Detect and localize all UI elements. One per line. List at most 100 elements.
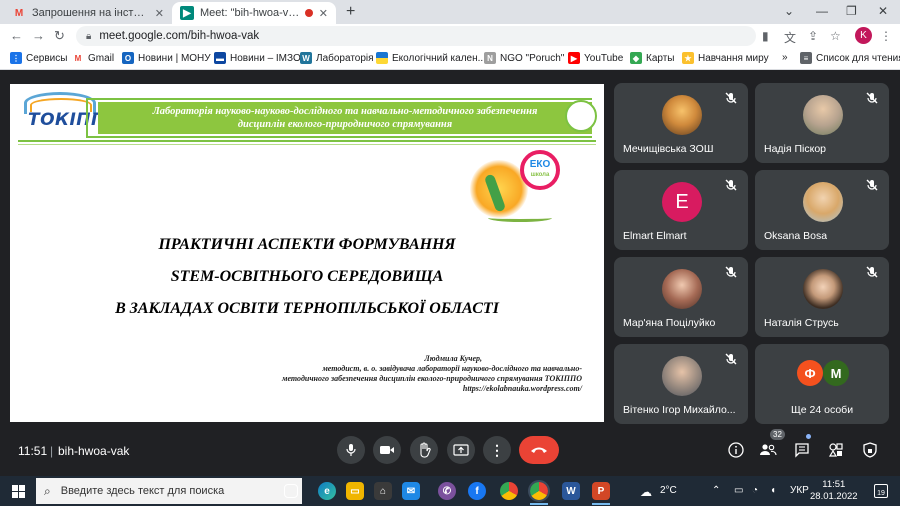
mic-icon [346,444,356,456]
more-options-button[interactable]: ⋮ [483,436,511,464]
ua-flag-icon [376,52,388,64]
meeting-info-button[interactable] [726,440,746,460]
participant-tile[interactable]: E Elmart Elmart [614,170,748,250]
bookmark-item[interactable]: W Лабораторія [300,52,374,64]
chrome-active-icon[interactable] [528,480,550,502]
taskbar-clock[interactable]: 11:51 28.01.2022 [810,479,858,503]
edge-icon[interactable]: e [318,482,336,500]
bookmark-item[interactable]: ▶ YouTube [568,52,623,64]
bookmark-item[interactable]: Екологічний кален... [376,52,486,64]
address-bar-row: ← → ↻ 🔒︎ meet.google.com/bih-hwoa-vak ▮ … [0,24,900,48]
tray-chevron-icon[interactable]: ⌃ [712,485,720,496]
wordpress-icon: W [300,52,312,64]
share-icon[interactable]: ⇪ [808,29,818,43]
bookmark-item[interactable]: ★ Навчання миру [682,52,769,64]
people-icon [760,444,777,456]
maximize-icon[interactable]: ❐ [846,4,857,18]
bookmark-icon: ★ [682,52,694,64]
bookmark-item[interactable]: ▬ Новини – ІМЗО [214,52,301,64]
people-button[interactable] [758,440,778,460]
kebab-icon: ⋮ [490,441,504,458]
back-icon[interactable]: ← [10,28,23,43]
chrome-icon[interactable] [500,482,518,500]
camera-button[interactable] [373,436,401,464]
bookmark-item[interactable]: M Gmail [72,52,114,64]
url-bar[interactable]: 🔒︎ meet.google.com/bih-hwoa-vak [76,26,756,46]
tab-title: Meet: "bih-hwoa-vak" [200,7,301,19]
mic-off-icon [725,353,737,365]
camera-icon[interactable]: ▮ [762,29,769,43]
mail-icon[interactable]: ✉ [402,482,420,500]
mic-button[interactable] [337,436,365,464]
active-app-indicator [592,503,610,505]
bookmark-item[interactable]: ◆ Карты [630,52,675,64]
recording-icon [304,9,313,17]
tab-search-icon[interactable]: ⌄ [784,4,794,18]
avatar [803,95,843,135]
apps-icon: ⋮ [10,52,22,64]
chat-button[interactable] [792,440,812,460]
weather-temp[interactable]: 2°C [660,485,677,496]
task-view-icon[interactable] [284,484,298,498]
word-icon[interactable]: W [562,482,580,500]
tab-meet[interactable]: ▶ Meet: "bih-hwoa-vak" ✕ [172,2,336,24]
slide-title-line: В ЗАКЛАДАХ ОСВІТИ ТЕРНОПІЛЬСЬКОЇ ОБЛАСТІ [115,300,499,317]
reading-list-button[interactable]: ≡ Список для чтения [800,52,900,64]
host-controls-button[interactable] [860,440,880,460]
activities-button[interactable] [826,440,846,460]
volume-icon[interactable]: ◖ [770,485,776,496]
powerpoint-icon[interactable]: P [592,482,610,500]
meet-control-bar: 11:51 | bih-hwoa-vak ⋮ 32 [0,426,900,476]
participant-name: Мечищівська ЗОШ [623,143,714,155]
close-tab-icon[interactable]: ✕ [319,7,328,20]
participant-tile[interactable]: Oksana Bosa [755,170,889,250]
participant-name: Наталія Струсь [764,317,839,329]
bookmark-star-icon[interactable]: ☆ [830,29,841,43]
facebook-icon[interactable]: f [468,482,486,500]
ngo-icon: N [484,52,496,64]
participant-tile[interactable]: Мечищівська ЗОШ [614,83,748,163]
maps-icon: ◆ [630,52,642,64]
file-explorer-icon[interactable]: ▭ [346,482,364,500]
viber-icon[interactable]: ✆ [438,482,456,500]
network-icon[interactable]: ◔ [752,485,758,496]
notification-center-icon[interactable]: 19 [874,484,888,498]
profile-avatar[interactable]: K [855,27,872,44]
bookmark-item[interactable]: N NGO "Poruch" [484,52,564,64]
phone-hangup-icon [531,447,547,453]
new-tab-button[interactable]: + [346,3,355,21]
close-tab-icon[interactable]: ✕ [155,7,164,20]
reload-icon[interactable]: ↻ [54,28,65,44]
participant-tile[interactable]: Наталія Струсь [755,257,889,337]
battery-icon[interactable]: ▭ [734,485,743,496]
store-icon[interactable]: ⌂ [374,482,392,500]
raise-hand-button[interactable] [410,436,438,464]
taskbar-search-box[interactable]: ⌕ Введите здесь текст для поиска [36,478,302,504]
end-call-button[interactable] [519,436,559,464]
present-button[interactable] [447,436,475,464]
imzo-icon: ▬ [214,52,226,64]
participant-name: Oksana Bosa [764,230,828,242]
language-indicator[interactable]: УКР [790,485,809,496]
separator: | [50,444,54,458]
menu-kebab-icon[interactable]: ⋮ [880,29,892,43]
translate-icon[interactable]: 文 [784,29,796,46]
more-participants-tile[interactable]: Ф М Ще 24 особи [755,344,889,424]
tab-gmail[interactable]: M Запрошення на інструктивно-м ✕ [4,2,172,24]
weather-cloud-icon[interactable]: ☁ [640,485,652,499]
windows-start-icon[interactable] [12,485,25,498]
close-window-icon[interactable]: ✕ [878,4,888,18]
minimize-icon[interactable]: — [816,4,828,18]
participant-tile[interactable]: Вітенко Ігор Михайло... [614,344,748,424]
bookmark-item[interactable]: ⋮ Сервисы [10,52,67,64]
participant-name: Мар'яна Поцілуйко [623,317,716,329]
bookmark-item[interactable]: O Новини | МОНУ [122,52,211,64]
tab-title: Запрошення на інструктивно-м [32,7,149,19]
search-icon: ⌕ [44,483,51,498]
info-icon [728,442,744,458]
more-bookmarks-button[interactable]: » [782,52,788,63]
participant-tile[interactable]: Мар'яна Поцілуйко [614,257,748,337]
more-participants-label: Ще 24 особи [790,404,854,416]
forward-icon[interactable]: → [32,28,45,43]
participant-tile[interactable]: Надія Піскор [755,83,889,163]
